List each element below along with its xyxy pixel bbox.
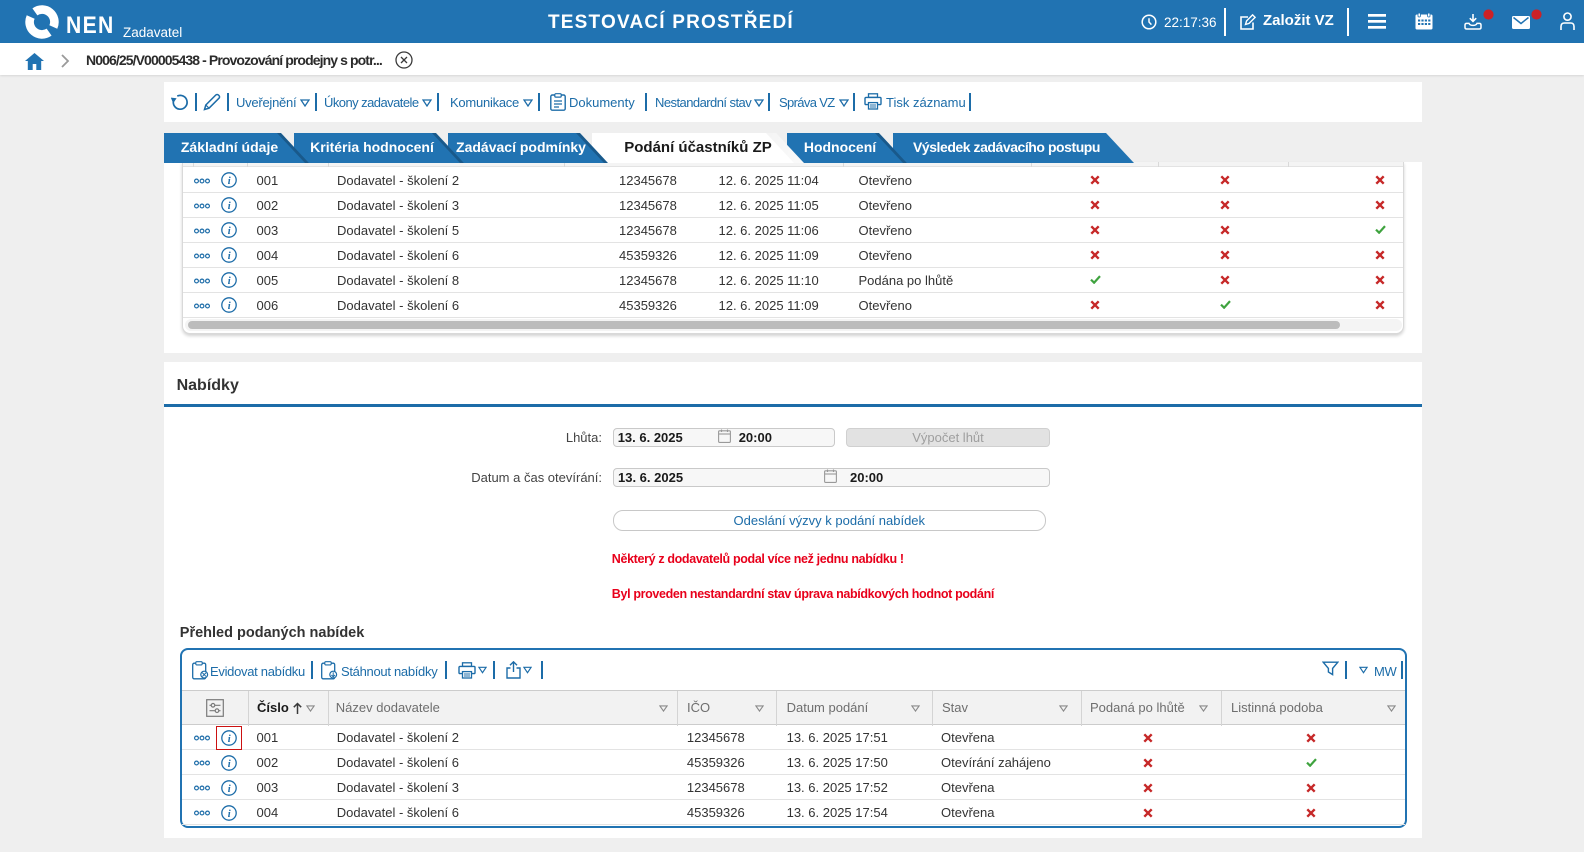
svg-text:i: i	[227, 758, 230, 769]
svg-text:i: i	[227, 733, 230, 744]
svg-text:i: i	[228, 301, 231, 312]
svg-text:i: i	[228, 226, 231, 237]
svg-text:i: i	[228, 176, 231, 187]
svg-text:i: i	[227, 808, 230, 819]
svg-text:i: i	[228, 276, 231, 287]
svg-text:i: i	[228, 201, 231, 212]
svg-text:i: i	[227, 783, 230, 794]
svg-text:i: i	[228, 251, 231, 262]
